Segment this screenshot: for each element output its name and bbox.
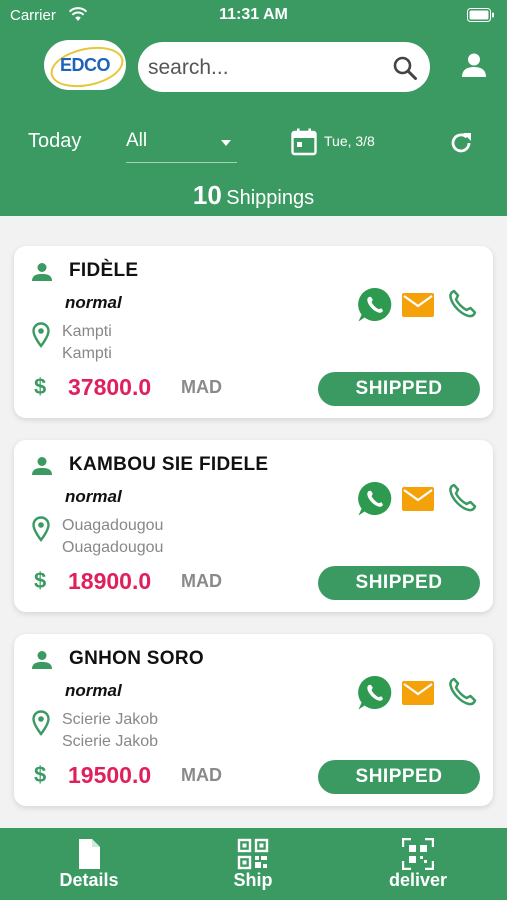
customer-name: GNHON SORO [69, 648, 204, 669]
dollar-icon: $ [34, 568, 47, 593]
person-icon [32, 263, 52, 281]
shipping-count-label: Shippings [226, 187, 315, 209]
amount-value: 18900.0 [68, 568, 152, 594]
address-line-2: Scierie Jakob [62, 733, 159, 750]
whatsapp-icon[interactable] [356, 286, 394, 324]
date-label[interactable]: Tue, 3/8 [324, 133, 375, 149]
location-pin-icon [32, 322, 50, 348]
currency-label: MAD [181, 765, 222, 785]
shipment-card[interactable]: GNHON SORO normal Scierie Jakob Scierie … [14, 634, 493, 806]
currency-label: MAD [181, 571, 222, 591]
address-line-1: Ouagadougou [62, 517, 164, 534]
tab-deliver-label: deliver [388, 870, 448, 890]
refresh-icon[interactable] [448, 130, 474, 156]
mail-icon[interactable] [402, 487, 434, 511]
whatsapp-icon[interactable] [356, 674, 394, 712]
mail-icon[interactable] [402, 293, 434, 317]
tab-ship[interactable]: Ship [193, 828, 313, 900]
shipping-count-number: 10 [192, 180, 222, 210]
today-button[interactable]: Today [28, 130, 81, 153]
mail-icon[interactable] [402, 681, 434, 705]
phone-icon[interactable] [447, 677, 477, 707]
status-button[interactable]: SHIPPED [318, 760, 480, 794]
phone-icon[interactable] [447, 483, 477, 513]
search-input[interactable] [146, 49, 385, 87]
address-line-1: Scierie Jakob [62, 711, 159, 728]
clock: 11:31 AM [219, 6, 288, 23]
whatsapp-icon[interactable] [356, 480, 394, 518]
shipment-card[interactable]: FIDÈLE normal Kampti Kampti $ 37800.0 MA… [14, 246, 493, 418]
filter-row: Today All Tue, 3/8 [0, 118, 507, 168]
currency-label: MAD [181, 377, 222, 397]
filter-value: All [126, 130, 148, 151]
profile-icon[interactable] [460, 52, 488, 78]
dropdown-caret-icon [221, 140, 231, 146]
person-icon [32, 457, 52, 475]
customer-name: KAMBOU SIE FIDELE [69, 454, 269, 475]
edco-logo: EDCO [44, 40, 126, 90]
amount-value: 19500.0 [68, 762, 152, 788]
tab-details-label: Details [59, 870, 119, 890]
bottom-tab-bar: Details Ship deliver [0, 828, 507, 900]
dollar-icon: $ [34, 374, 47, 399]
shipping-type: normal [65, 487, 122, 506]
shipping-count: 10 Shippings [0, 180, 507, 211]
shipping-type: normal [65, 293, 122, 312]
address-line-1: Kampti [62, 323, 112, 340]
app-header: Carrier 11:31 AM EDCO Today All [0, 0, 507, 216]
address-line-2: Ouagadougou [62, 539, 164, 556]
document-icon [79, 839, 100, 869]
customer-name: FIDÈLE [69, 260, 139, 281]
calendar-icon[interactable] [291, 128, 317, 156]
location-pin-icon [32, 516, 50, 542]
tab-deliver[interactable]: deliver [358, 828, 478, 900]
shipping-type: normal [65, 681, 122, 700]
person-icon [32, 651, 52, 669]
search-bar[interactable] [138, 42, 430, 92]
qr-scan-icon [402, 838, 434, 870]
status-button[interactable]: SHIPPED [318, 566, 480, 600]
status-filter-select[interactable]: All [126, 126, 237, 163]
shipment-list[interactable]: FIDÈLE normal Kampti Kampti $ 37800.0 MA… [0, 216, 507, 828]
status-bar: Carrier 11:31 AM [0, 0, 507, 32]
dollar-icon: $ [34, 762, 47, 787]
phone-icon[interactable] [447, 289, 477, 319]
amount-value: 37800.0 [68, 374, 152, 400]
qr-code-icon [237, 838, 269, 870]
search-icon[interactable] [392, 55, 418, 81]
status-button[interactable]: SHIPPED [318, 372, 480, 406]
battery-icon [467, 8, 494, 22]
address-line-2: Kampti [62, 345, 112, 362]
tab-ship-label: Ship [233, 870, 273, 890]
shipment-card[interactable]: KAMBOU SIE FIDELE normal Ouagadougou Oua… [14, 440, 493, 612]
location-pin-icon [32, 710, 50, 736]
tab-details[interactable]: Details [29, 828, 149, 900]
